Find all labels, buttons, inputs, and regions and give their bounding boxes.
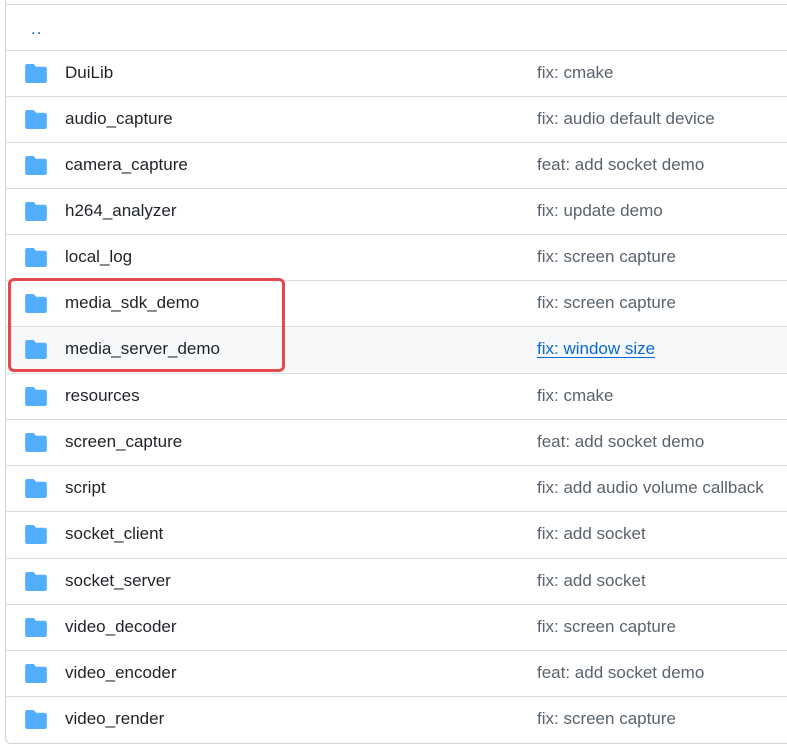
folder-name-link[interactable]: video_decoder: [65, 617, 177, 637]
commit-message-link[interactable]: fix: add audio volume callback: [537, 478, 764, 498]
table-row[interactable]: local_log fix: screen capture: [6, 234, 787, 280]
folder-icon: [25, 433, 47, 452]
commit-message-link[interactable]: fix: add socket: [537, 571, 646, 591]
table-row[interactable]: resources fix: cmake: [6, 373, 787, 419]
commit-message-link[interactable]: fix: add socket: [537, 524, 646, 544]
table-row[interactable]: camera_capture feat: add socket demo: [6, 142, 787, 188]
table-row[interactable]: socket_client fix: add socket: [6, 511, 787, 557]
folder-icon: [25, 110, 47, 129]
commit-message-link[interactable]: feat: add socket demo: [537, 155, 704, 175]
folder-name-link[interactable]: audio_capture: [65, 109, 173, 129]
folder-icon: [25, 294, 47, 313]
table-row[interactable]: video_decoder fix: screen capture: [6, 604, 787, 650]
commit-message-link[interactable]: fix: screen capture: [537, 247, 676, 267]
folder-name-link[interactable]: screen_capture: [65, 432, 182, 452]
folder-name-link[interactable]: socket_server: [65, 571, 171, 591]
table-row[interactable]: media_sdk_demo fix: screen capture: [6, 280, 787, 326]
folder-name-link[interactable]: camera_capture: [65, 155, 188, 175]
parent-dir-row[interactable]: ..: [6, 4, 787, 50]
commit-message-link[interactable]: fix: cmake: [537, 386, 614, 406]
folder-icon: [25, 387, 47, 406]
folder-name-link[interactable]: video_render: [65, 709, 164, 729]
folder-icon: [25, 664, 47, 683]
table-row[interactable]: h264_analyzer fix: update demo: [6, 188, 787, 234]
folder-name-link[interactable]: script: [65, 478, 106, 498]
table-row[interactable]: DuiLib fix: cmake: [6, 50, 787, 96]
commit-message-link[interactable]: fix: screen capture: [537, 709, 676, 729]
folder-name-link[interactable]: socket_client: [65, 524, 163, 544]
parent-dir-link[interactable]: ..: [31, 19, 42, 39]
commit-message-link[interactable]: fix: screen capture: [537, 293, 676, 313]
table-row[interactable]: screen_capture feat: add socket demo: [6, 419, 787, 465]
folder-name-link[interactable]: resources: [65, 386, 140, 406]
file-list: .. DuiLib fix: cmake audio_capture fix: …: [5, 0, 787, 744]
folder-icon: [25, 618, 47, 637]
folder-icon: [25, 479, 47, 498]
folder-name-link[interactable]: media_server_demo: [65, 339, 220, 359]
table-row[interactable]: media_server_demo fix: window size: [6, 326, 787, 372]
folder-icon: [25, 202, 47, 221]
table-row[interactable]: script fix: add audio volume callback: [6, 465, 787, 511]
folder-icon: [25, 710, 47, 729]
folder-name-link[interactable]: local_log: [65, 247, 132, 267]
folder-name-link[interactable]: video_encoder: [65, 663, 177, 683]
folder-icon: [25, 525, 47, 544]
commit-message-link[interactable]: fix: cmake: [537, 63, 614, 83]
table-row[interactable]: video_render fix: screen capture: [6, 696, 787, 742]
table-row[interactable]: socket_server fix: add socket: [6, 558, 787, 604]
folder-icon: [25, 340, 47, 359]
folder-icon: [25, 64, 47, 83]
commit-message-link[interactable]: feat: add socket demo: [537, 663, 704, 683]
commit-message-link[interactable]: feat: add socket demo: [537, 432, 704, 452]
folder-icon: [25, 248, 47, 267]
folder-name-link[interactable]: h264_analyzer: [65, 201, 177, 221]
folder-icon: [25, 156, 47, 175]
table-row[interactable]: video_encoder feat: add socket demo: [6, 650, 787, 696]
commit-message-link[interactable]: fix: audio default device: [537, 109, 715, 129]
commit-message-link[interactable]: fix: window size: [537, 339, 655, 359]
folder-name-link[interactable]: media_sdk_demo: [65, 293, 199, 313]
commit-message-link[interactable]: fix: update demo: [537, 201, 663, 221]
folder-icon: [25, 572, 47, 591]
commit-message-link[interactable]: fix: screen capture: [537, 617, 676, 637]
table-row[interactable]: audio_capture fix: audio default device: [6, 96, 787, 142]
folder-name-link[interactable]: DuiLib: [65, 63, 113, 83]
